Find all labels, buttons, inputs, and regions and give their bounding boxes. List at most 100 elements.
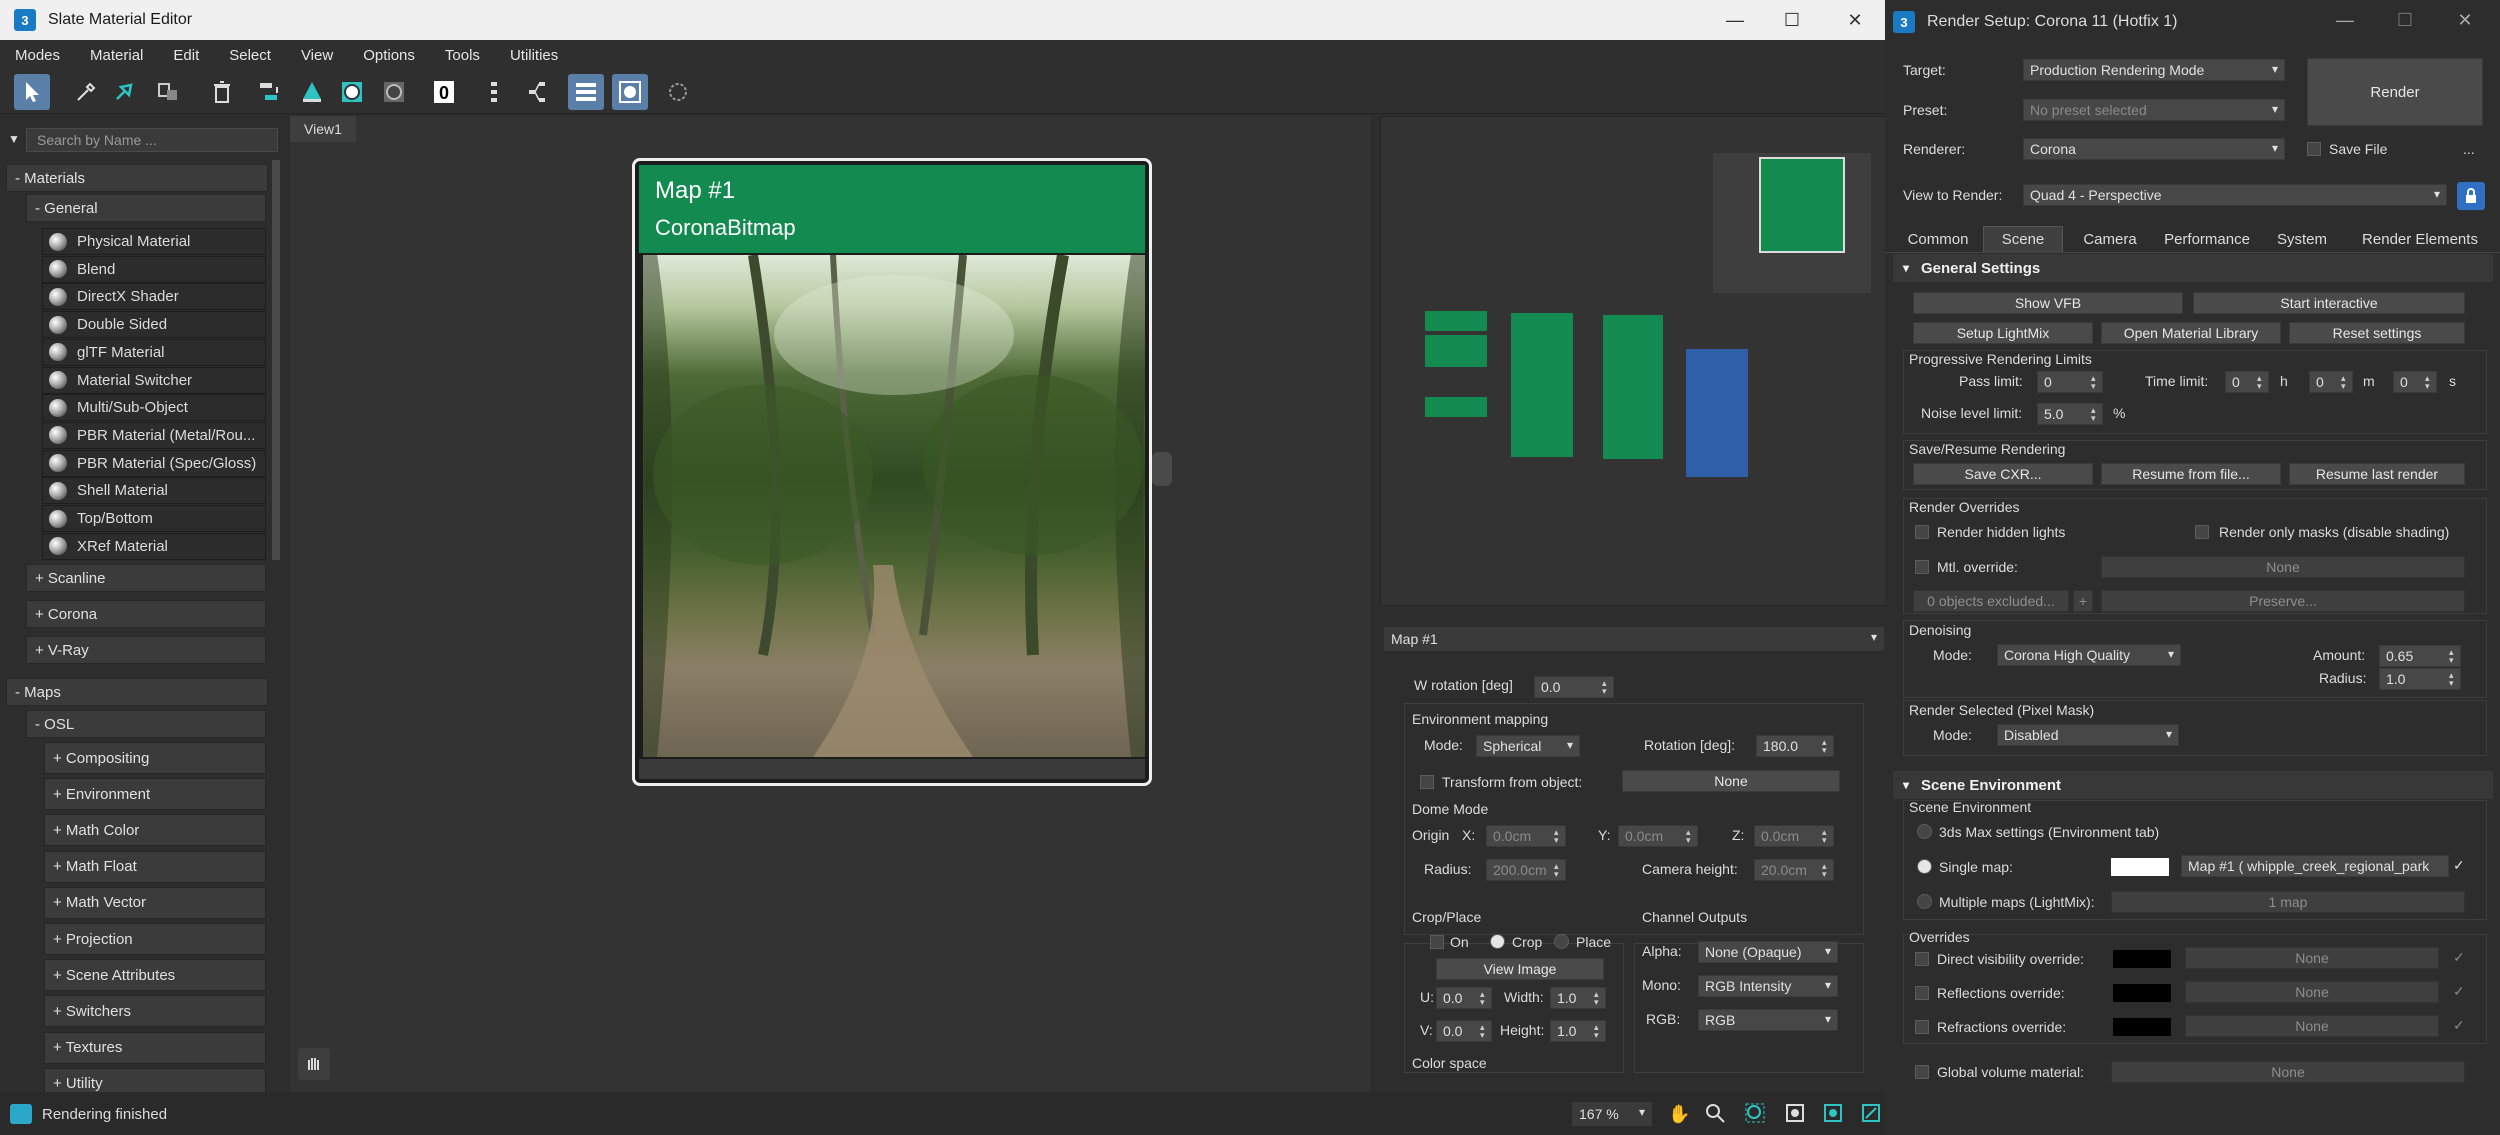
osl-group-item[interactable]: + Textures	[44, 1031, 266, 1064]
direct-visibility-swatch[interactable]	[2113, 950, 2171, 968]
category-osl[interactable]: - OSL	[26, 710, 266, 738]
pan-hand-icon[interactable]	[298, 1048, 330, 1080]
material-item[interactable]: Material Switcher	[42, 366, 266, 394]
mtl-override-button[interactable]: None	[2101, 556, 2465, 578]
hide-unused-nodeslots-icon[interactable]	[294, 74, 330, 110]
navigator-panel[interactable]	[1380, 116, 1885, 606]
material-item[interactable]: Multi/Sub-Object	[42, 394, 266, 422]
osl-group-item[interactable]: + Environment	[44, 778, 266, 811]
time-limit-seconds[interactable]: 0	[2393, 371, 2437, 393]
layout-children-icon[interactable]	[520, 74, 556, 110]
menu-select[interactable]: Select	[214, 47, 286, 64]
eyedropper-icon[interactable]	[68, 74, 104, 110]
category-maps[interactable]: - Maps	[6, 678, 268, 706]
reflections-map-button[interactable]: None	[2185, 981, 2439, 1003]
material-map-browser-icon[interactable]	[612, 74, 648, 110]
menu-tools[interactable]: Tools	[430, 47, 495, 64]
refractions-map-button[interactable]: None	[2185, 1015, 2439, 1037]
origin-z-spinner[interactable]: 0.0cm	[1754, 825, 1834, 847]
scene-environment-rollout[interactable]: Scene Environment	[1893, 771, 2493, 799]
show-vfb-button[interactable]: Show VFB	[1913, 292, 2183, 314]
width-spinner[interactable]: 1.0	[1550, 987, 1606, 1009]
origin-y-spinner[interactable]: 0.0cm	[1618, 825, 1698, 847]
save-cxr-button[interactable]: Save CXR...	[1913, 463, 2093, 485]
material-item[interactable]: XRef Material	[42, 532, 266, 560]
material-item[interactable]: Double Sided	[42, 311, 266, 339]
rotation-spinner[interactable]: 180.0	[1756, 735, 1834, 757]
pan-icon[interactable]: ✋	[1668, 1104, 1690, 1125]
direct-visibility-map-button[interactable]: None	[2185, 947, 2439, 969]
view-to-render-dropdown[interactable]: Quad 4 - Perspective	[2023, 184, 2447, 206]
menu-material[interactable]: Material	[75, 47, 158, 64]
osl-group-item[interactable]: + Math Vector	[44, 886, 266, 919]
render-only-masks-checkbox[interactable]	[2195, 525, 2209, 539]
material-item[interactable]: DirectX Shader	[42, 283, 266, 311]
radius-spinner[interactable]: 200.0cm	[1486, 859, 1566, 881]
osl-group-item[interactable]: + Math Float	[44, 850, 266, 883]
refractions-swatch[interactable]	[2113, 1018, 2171, 1036]
height-spinner[interactable]: 1.0	[1550, 1020, 1606, 1042]
osl-group-item[interactable]: + Switchers	[44, 995, 266, 1028]
minimize-icon[interactable]: —	[1705, 0, 1765, 40]
zoom-icon[interactable]	[1704, 1102, 1726, 1129]
tab-scene[interactable]: Scene	[1983, 226, 2063, 252]
maximize-icon[interactable]: ☐	[1762, 0, 1822, 40]
reflections-enabled-check[interactable]: ✓	[2453, 983, 2465, 1000]
move-children-icon[interactable]	[252, 74, 288, 110]
show-shaded-material-icon[interactable]	[334, 74, 370, 110]
material-parameter-editor-icon[interactable]	[568, 74, 604, 110]
material-item[interactable]: Physical Material	[42, 228, 266, 255]
osl-group-item[interactable]: + Scene Attributes	[44, 959, 266, 992]
menu-utilities[interactable]: Utilities	[495, 47, 573, 64]
delete-icon[interactable]	[204, 74, 240, 110]
assign-material-icon[interactable]	[108, 74, 144, 110]
tab-performance[interactable]: Performance	[2155, 226, 2259, 252]
menu-options[interactable]: Options	[348, 47, 430, 64]
single-map-radio[interactable]	[1917, 859, 1932, 874]
rgb-dropdown[interactable]: RGB	[1698, 1009, 1838, 1031]
zoom-dropdown[interactable]: 167 %	[1572, 1102, 1652, 1126]
close-icon[interactable]: ✕	[1825, 0, 1885, 40]
crop-radio[interactable]	[1490, 934, 1505, 949]
material-id-icon[interactable]: 0	[426, 74, 462, 110]
sme-titlebar[interactable]: 3 Slate Material Editor — ☐ ✕	[0, 0, 1885, 40]
single-map-color-swatch[interactable]	[2111, 858, 2169, 876]
material-item[interactable]: PBR Material (Metal/Rou...	[42, 421, 266, 449]
material-item[interactable]: Shell Material	[42, 477, 266, 505]
osl-group-item[interactable]: + Compositing	[44, 742, 266, 774]
material-item[interactable]: Blend	[42, 255, 266, 283]
browser-scrollbar[interactable]	[272, 160, 280, 560]
save-file-browse[interactable]: ...	[2463, 141, 2475, 157]
map-node[interactable]: Map #1 CoronaBitmap	[632, 158, 1152, 786]
noise-limit-spinner[interactable]: 5.0	[2037, 403, 2103, 425]
save-file-checkbox[interactable]	[2307, 142, 2321, 156]
alpha-dropdown[interactable]: None (Opaque)	[1698, 941, 1838, 963]
maximize-icon[interactable]: ☐	[2375, 0, 2435, 40]
browser-options-chevron-icon[interactable]: ▼	[8, 132, 20, 146]
w-rotation-spinner[interactable]: 0.0	[1534, 676, 1614, 698]
category-materials[interactable]: - Materials	[6, 164, 268, 192]
material-item[interactable]: Top/Bottom	[42, 505, 266, 532]
maximize-view-icon[interactable]	[1860, 1102, 1882, 1127]
tab-common[interactable]: Common	[1895, 226, 1981, 252]
amount-spinner[interactable]: 0.65	[2379, 645, 2461, 667]
reset-settings-button[interactable]: Reset settings	[2289, 322, 2465, 344]
tab-camera[interactable]: Camera	[2067, 226, 2153, 252]
renderer-dropdown[interactable]: Corona	[2023, 138, 2285, 160]
time-limit-hours[interactable]: 0	[2225, 371, 2269, 393]
lock-icon[interactable]	[2457, 182, 2485, 210]
target-dropdown[interactable]: Production Rendering Mode	[2023, 59, 2285, 81]
refractions-enabled-check[interactable]: ✓	[2453, 1017, 2465, 1034]
tab-render-elements[interactable]: Render Elements	[2347, 226, 2493, 252]
tab-view1[interactable]: View1	[290, 116, 356, 142]
transform-object-button[interactable]: None	[1622, 770, 1840, 792]
layout-all-icon[interactable]	[478, 74, 514, 110]
time-limit-minutes[interactable]: 0	[2309, 371, 2353, 393]
single-map-button[interactable]: Map #1 ( whipple_creek_regional_park	[2181, 855, 2449, 877]
group-scanline[interactable]: + Scanline	[26, 564, 266, 592]
menu-edit[interactable]: Edit	[158, 47, 214, 64]
reflections-checkbox[interactable]	[1915, 986, 1929, 1000]
search-input[interactable]: Search by Name ...	[26, 128, 278, 152]
tab-system[interactable]: System	[2261, 226, 2343, 252]
direct-visibility-enabled-check[interactable]: ✓	[2453, 949, 2465, 966]
